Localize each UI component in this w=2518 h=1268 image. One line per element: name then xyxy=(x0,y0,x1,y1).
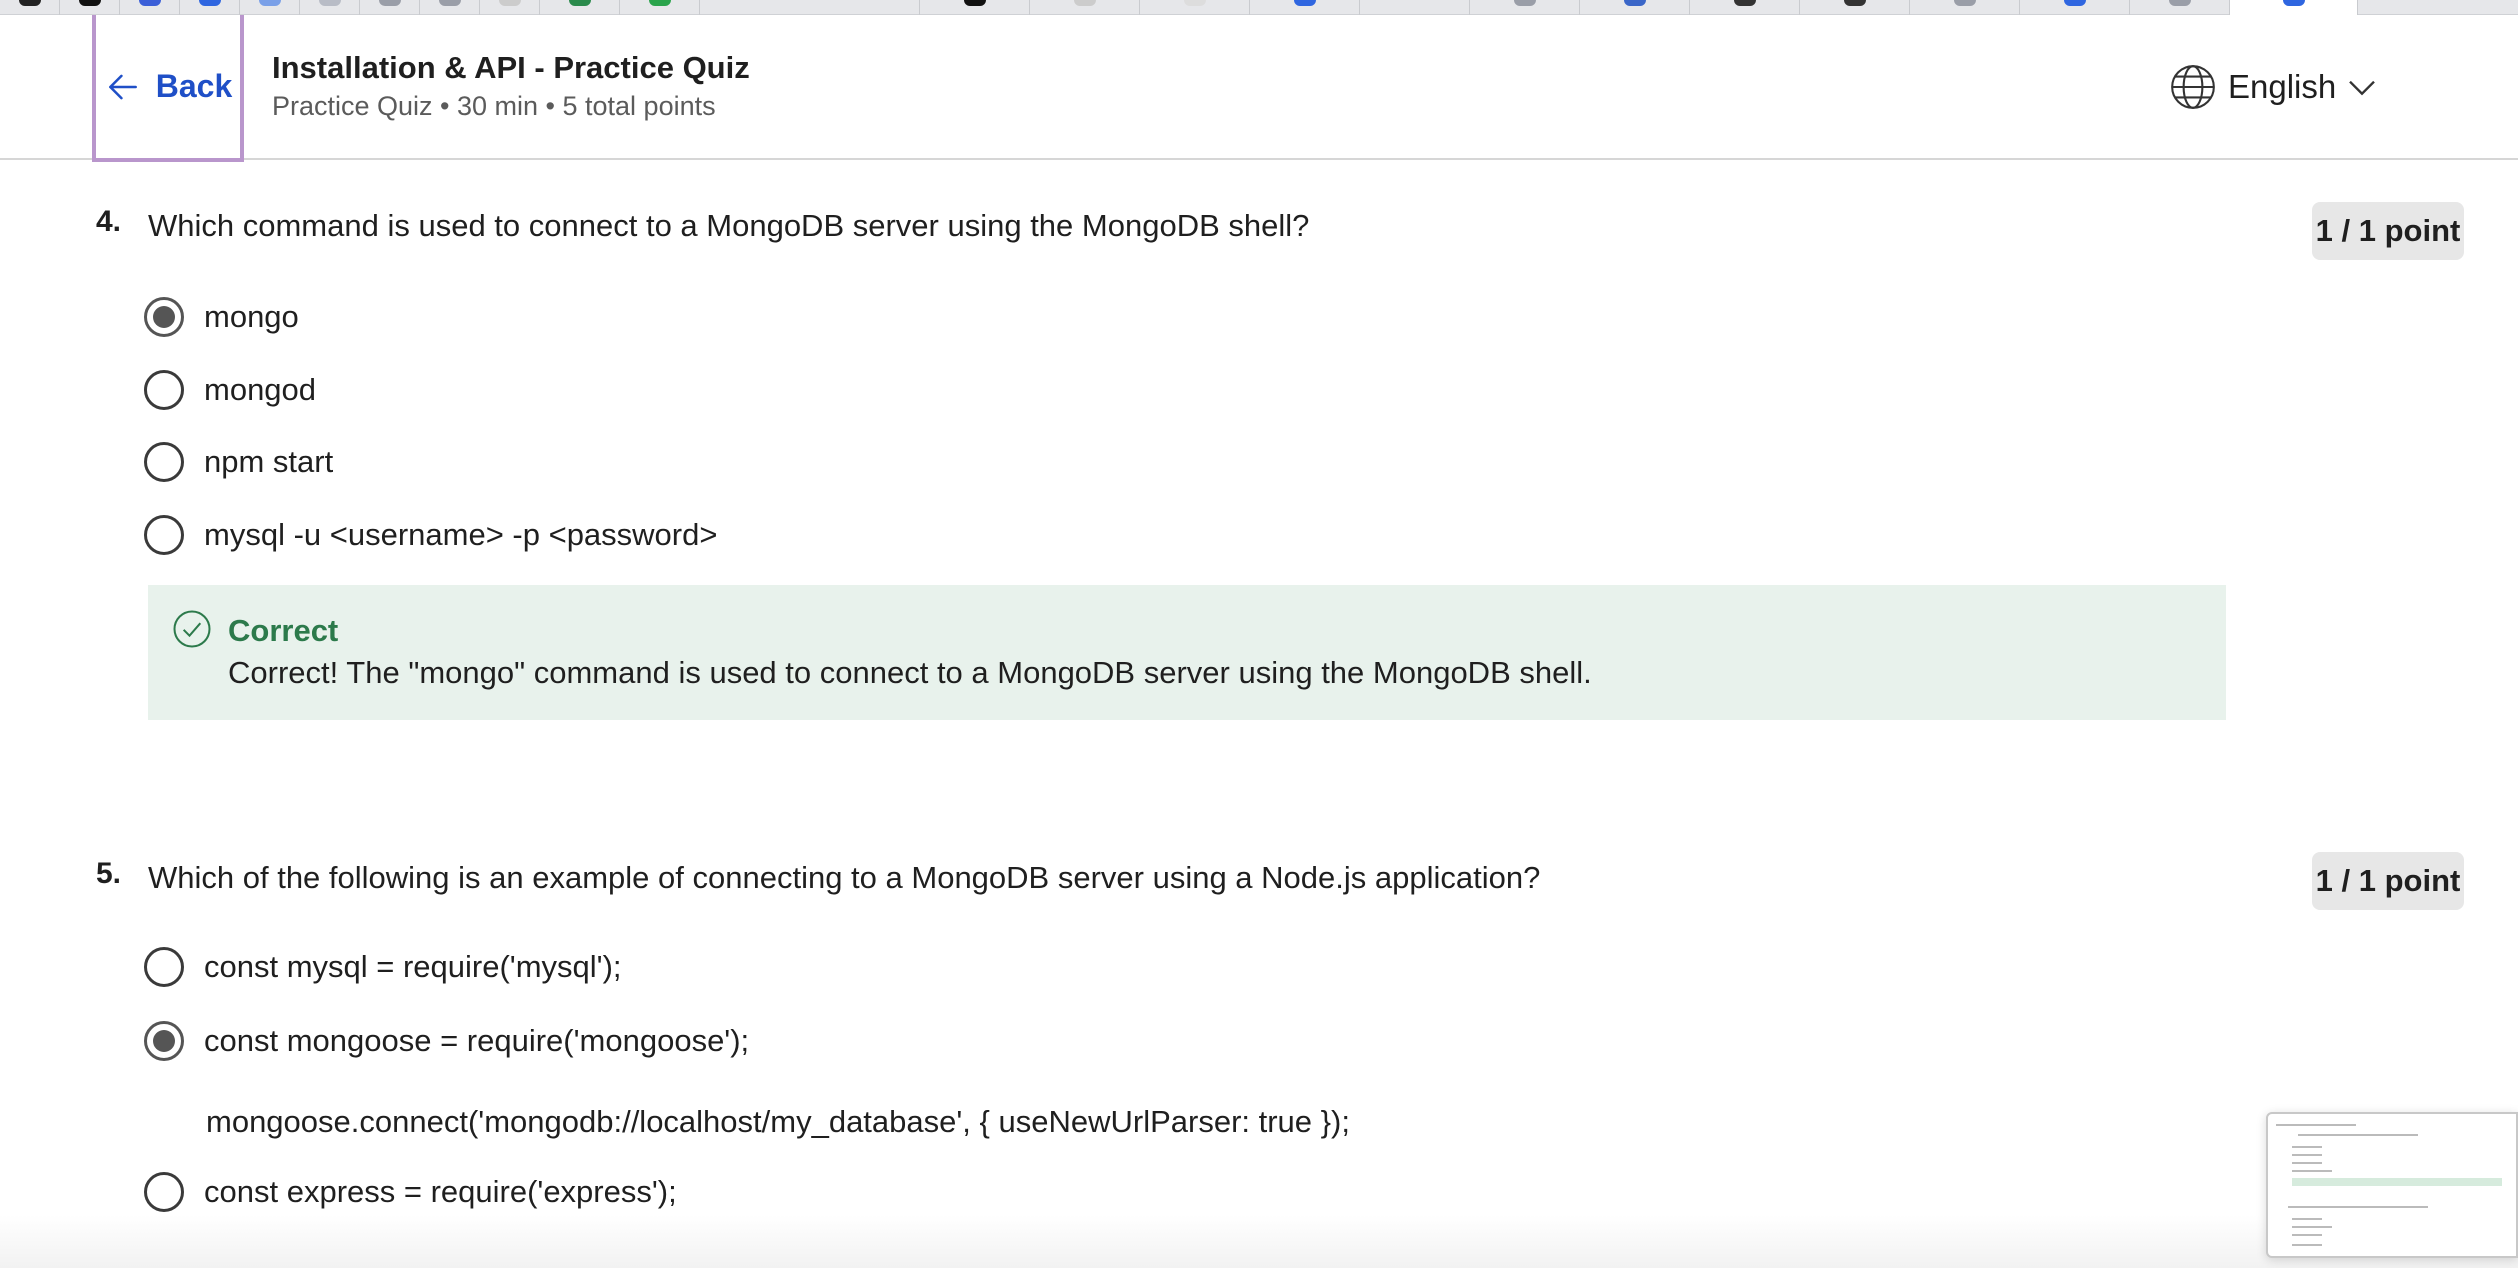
question-number: 4. xyxy=(96,205,122,238)
browser-tab[interactable] xyxy=(540,0,620,15)
browser-tab[interactable] xyxy=(1030,0,1140,15)
globe-icon xyxy=(2171,65,2215,109)
question-text: Which command is used to connect to a Mo… xyxy=(148,208,1310,243)
radio-button-selected[interactable] xyxy=(144,297,184,337)
option-label: mysql -u <username> -p <password> xyxy=(204,517,718,552)
browser-tab[interactable] xyxy=(60,0,120,15)
radio-button-selected[interactable] xyxy=(144,1021,184,1061)
browser-tab[interactable] xyxy=(1140,0,1250,15)
option-label: const mysql = require('mysql'); xyxy=(204,949,622,984)
radio-button[interactable] xyxy=(144,515,184,555)
radio-button[interactable] xyxy=(144,442,184,482)
option-label-continuation: mongoose.connect('mongodb://localhost/my… xyxy=(206,1104,1350,1139)
language-label: English xyxy=(2228,68,2337,105)
radio-button[interactable] xyxy=(144,947,184,987)
browser-tab[interactable] xyxy=(920,0,1030,15)
browser-tab[interactable] xyxy=(180,0,240,15)
quiz-meta: Practice Quiz • 30 min • 5 total points xyxy=(272,91,716,121)
thumbnail-line xyxy=(2292,1170,2332,1172)
thumbnail-feedback xyxy=(2292,1178,2502,1186)
browser-tab[interactable] xyxy=(240,0,300,15)
answer-option[interactable]: const mysql = require('mysql'); xyxy=(144,947,622,987)
page-title: Installation & API - Practice Quiz xyxy=(272,50,750,85)
browser-tab[interactable] xyxy=(360,0,420,15)
back-button[interactable]: Back xyxy=(92,15,244,162)
bottom-fade xyxy=(0,1215,2518,1268)
points-badge: 1 / 1 point xyxy=(2312,852,2464,910)
browser-tab[interactable] xyxy=(2020,0,2130,15)
back-label: Back xyxy=(155,68,233,104)
browser-tab[interactable] xyxy=(1690,0,1800,15)
browser-tab[interactable] xyxy=(1580,0,1690,15)
browser-tab-strip xyxy=(0,0,2518,15)
quiz-header: Back Installation & API - Practice Quiz … xyxy=(0,15,2518,162)
radio-button[interactable] xyxy=(144,370,184,410)
option-label: const express = require('express'); xyxy=(204,1174,677,1209)
thumbnail-line xyxy=(2292,1146,2322,1148)
screenshot-thumbnail[interactable] xyxy=(2266,1112,2518,1258)
feedback-text: Correct! The "mongo" command is used to … xyxy=(228,655,1592,690)
answer-option[interactable]: const express = require('express'); xyxy=(144,1172,677,1212)
browser-tab[interactable] xyxy=(2130,0,2230,15)
browser-tab[interactable] xyxy=(300,0,360,15)
check-circle-icon xyxy=(173,610,211,648)
answer-option[interactable]: mongod xyxy=(144,370,316,410)
option-label: npm start xyxy=(204,444,334,479)
thumbnail-line xyxy=(2292,1234,2322,1236)
thumbnail-line xyxy=(2292,1162,2322,1164)
browser-tab[interactable] xyxy=(480,0,540,15)
answer-option[interactable]: mongo xyxy=(144,297,299,337)
question-number: 5. xyxy=(96,857,122,890)
feedback-box-correct: Correct Correct! The "mongo" command is … xyxy=(148,585,2226,720)
option-label: const mongoose = require('mongoose'); xyxy=(204,1023,750,1058)
thumbnail-line xyxy=(2292,1218,2322,1220)
option-label: mongod xyxy=(204,372,317,407)
browser-tab[interactable] xyxy=(120,0,180,15)
points-badge: 1 / 1 point xyxy=(2312,202,2464,260)
question-text: Which of the following is an example of … xyxy=(148,860,1541,895)
browser-tab[interactable] xyxy=(700,0,920,15)
answer-option[interactable]: const mongoose = require('mongoose'); xyxy=(144,1021,749,1061)
browser-tab-active[interactable] xyxy=(2230,0,2358,15)
browser-tab[interactable] xyxy=(420,0,480,15)
browser-tab[interactable] xyxy=(1360,0,1470,15)
thumbnail-line xyxy=(2292,1154,2322,1156)
browser-tab[interactable] xyxy=(1800,0,1910,15)
thumbnail-line xyxy=(2288,1206,2428,1208)
option-label: mongo xyxy=(204,299,299,334)
radio-button[interactable] xyxy=(144,1172,184,1212)
browser-tab[interactable] xyxy=(1910,0,2020,15)
browser-tab[interactable] xyxy=(1470,0,1580,15)
browser-tab[interactable] xyxy=(0,0,60,15)
thumbnail-line xyxy=(2298,1134,2418,1136)
arrow-left-icon xyxy=(108,74,137,99)
thumbnail-line xyxy=(2292,1244,2322,1246)
chevron-down-icon xyxy=(2349,80,2376,96)
language-selector[interactable]: English xyxy=(2168,62,2378,112)
browser-tab[interactable] xyxy=(620,0,700,15)
thumbnail-line xyxy=(2276,1124,2356,1126)
answer-option[interactable]: mysql -u <username> -p <password> xyxy=(144,515,717,555)
thumbnail-line xyxy=(2292,1226,2332,1228)
feedback-title: Correct xyxy=(228,613,339,648)
browser-tab[interactable] xyxy=(1250,0,1360,15)
answer-option[interactable]: npm start xyxy=(144,442,333,482)
